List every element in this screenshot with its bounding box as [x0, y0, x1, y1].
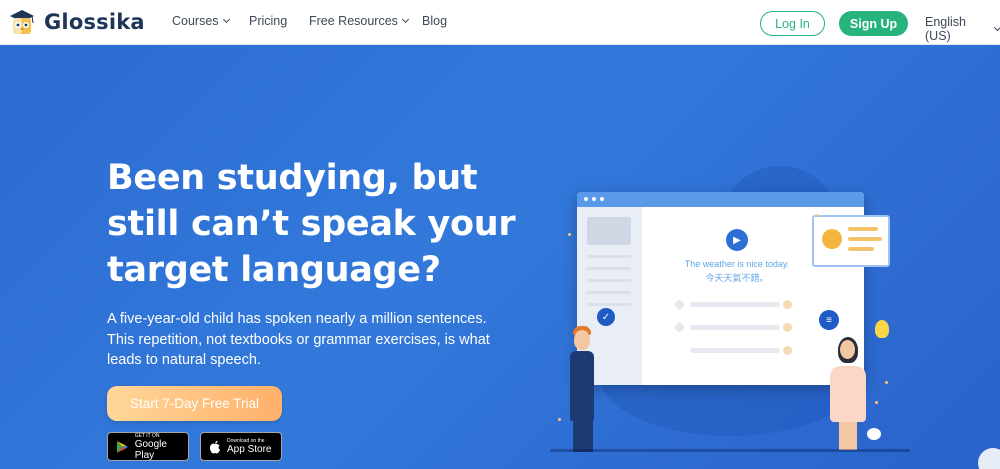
language-selector[interactable]: English (US) — [925, 15, 1000, 43]
google-play-big: Google Play — [134, 438, 167, 461]
hero-section: Been studying, but still can’t speak you… — [0, 46, 1000, 469]
nav-free-resources-label: Free Resources — [309, 14, 398, 28]
hero-subtitle: A five-year-old child has spoken nearly … — [107, 311, 490, 368]
lightbulb-icon — [875, 320, 889, 338]
google-play-badge[interactable]: GET IT ON Google Play — [107, 432, 189, 461]
logo-owl-icon — [6, 6, 38, 38]
language-label: English (US) — [925, 15, 966, 43]
speaker-icon: ▶ — [726, 229, 748, 251]
phrase-english: The weather is nice today. — [684, 259, 790, 269]
nav-free-resources[interactable]: Free Resources — [309, 14, 409, 28]
chevron-down-icon — [994, 24, 1000, 31]
hero-title: Been studying, but still can’t speak you… — [107, 158, 516, 290]
start-trial-button[interactable]: Start 7-Day Free Trial — [107, 386, 282, 421]
man-figure — [570, 351, 594, 421]
login-button[interactable]: Log In — [760, 11, 825, 36]
nav-courses[interactable]: Courses — [172, 14, 230, 28]
app-store-big: App Store — [227, 444, 272, 455]
nav-pricing-label: Pricing — [249, 14, 288, 28]
signup-button[interactable]: Sign Up — [839, 11, 908, 36]
chevron-down-icon — [401, 15, 409, 24]
brand-name: Glossika — [44, 10, 145, 34]
brand-logo[interactable]: Glossika — [6, 5, 145, 39]
apple-icon — [210, 440, 220, 453]
dog-figure — [867, 428, 881, 440]
google-play-icon — [116, 440, 128, 453]
achievement-card — [812, 215, 890, 267]
window-titlebar — [577, 192, 864, 207]
hero-illustration: ▶ The weather is nice today. 今天天氣不錯。 ✓ ≡ — [540, 166, 920, 466]
top-nav: Glossika Courses Pricing Free Resources … — [0, 0, 1000, 45]
nav-courses-label: Courses — [172, 14, 219, 28]
voice-icon: ≡ — [819, 310, 839, 330]
woman-figure — [830, 366, 866, 422]
check-icon: ✓ — [597, 308, 615, 326]
nav-blog-label: Blog — [422, 14, 448, 28]
chevron-down-icon — [222, 15, 230, 24]
app-store-badge[interactable]: Download on the App Store — [200, 432, 282, 461]
nav-pricing[interactable]: Pricing — [249, 14, 287, 28]
nav-blog[interactable]: Blog — [422, 14, 447, 28]
phrase-chinese: 今天天氣不錯。 — [705, 274, 769, 284]
